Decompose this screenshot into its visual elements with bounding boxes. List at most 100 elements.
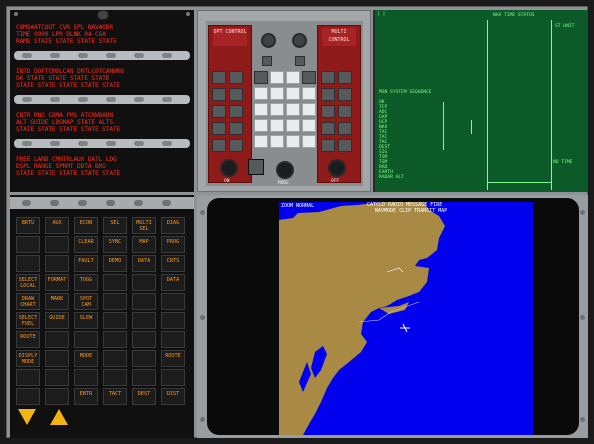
keypad-key[interactable]: GUIDE bbox=[45, 312, 69, 329]
keypad-key[interactable]: SELECT LOCAL bbox=[16, 274, 40, 291]
small-switch[interactable] bbox=[295, 56, 305, 66]
upper-right-dial[interactable] bbox=[292, 33, 307, 48]
bottom-square-switch[interactable] bbox=[248, 159, 264, 175]
keypad-key[interactable]: DEMO bbox=[103, 255, 127, 272]
left-panel-key[interactable] bbox=[229, 122, 243, 135]
keypad-key[interactable]: MULTI SEL bbox=[132, 217, 156, 234]
keypad-key[interactable]: ROUTE bbox=[16, 331, 40, 348]
left-panel-key[interactable] bbox=[229, 105, 243, 118]
keypad-key[interactable] bbox=[132, 350, 156, 367]
keypad-key[interactable]: AUX bbox=[45, 217, 69, 234]
keypad-key[interactable]: FORMAT bbox=[45, 274, 69, 291]
center-panel-key[interactable] bbox=[270, 119, 284, 132]
keypad-key[interactable] bbox=[103, 331, 127, 348]
left-panel-key[interactable] bbox=[212, 105, 226, 118]
keypad-key[interactable] bbox=[45, 331, 69, 348]
keypad-key[interactable]: DRAW CHART bbox=[16, 293, 40, 310]
rocker-switch[interactable] bbox=[22, 141, 32, 146]
left-knob[interactable] bbox=[220, 159, 238, 177]
small-switch[interactable] bbox=[262, 56, 272, 66]
brightness-knob[interactable] bbox=[97, 10, 109, 20]
keypad-key[interactable]: SPOT CAM bbox=[74, 293, 98, 310]
center-panel-key[interactable] bbox=[254, 119, 268, 132]
right-panel-key[interactable] bbox=[321, 139, 335, 152]
keypad-key[interactable]: DIAG bbox=[161, 217, 185, 234]
rocker-switch[interactable] bbox=[134, 141, 144, 146]
rocker-switch[interactable] bbox=[162, 53, 172, 58]
keypad-key[interactable]: SELECT FUEL bbox=[16, 312, 40, 329]
center-panel-key[interactable] bbox=[302, 71, 316, 84]
keypad-key[interactable] bbox=[161, 312, 185, 329]
right-panel-key[interactable] bbox=[338, 139, 352, 152]
center-panel-key[interactable] bbox=[254, 87, 268, 100]
left-panel-key[interactable] bbox=[212, 71, 226, 84]
center-panel-key[interactable] bbox=[254, 135, 268, 148]
keypad-key[interactable]: ENTR bbox=[74, 388, 98, 405]
keypad-key[interactable] bbox=[161, 331, 185, 348]
center-panel-key[interactable] bbox=[254, 71, 268, 84]
keypad-key[interactable] bbox=[132, 293, 156, 310]
keypad-key[interactable] bbox=[103, 293, 127, 310]
rocker-switch[interactable] bbox=[78, 200, 87, 206]
arrow-down-icon[interactable] bbox=[18, 409, 36, 425]
center-panel-key[interactable] bbox=[286, 71, 300, 84]
left-panel-key[interactable] bbox=[212, 88, 226, 101]
upper-left-dial[interactable] bbox=[261, 33, 276, 48]
keypad-key[interactable] bbox=[132, 274, 156, 291]
keypad-key[interactable] bbox=[45, 388, 69, 405]
right-panel-key[interactable] bbox=[338, 122, 352, 135]
rocker-switch[interactable] bbox=[134, 200, 143, 206]
left-panel-key[interactable] bbox=[212, 139, 226, 152]
center-panel-key[interactable] bbox=[286, 103, 300, 116]
keypad-key[interactable]: BRTU bbox=[16, 217, 40, 234]
keypad-key[interactable]: CLEAR bbox=[74, 236, 98, 253]
keypad-key[interactable]: DATA bbox=[132, 255, 156, 272]
keypad-key[interactable] bbox=[45, 236, 69, 253]
keypad-key[interactable] bbox=[16, 255, 40, 272]
keypad-key[interactable] bbox=[132, 331, 156, 348]
keypad-key[interactable]: SEL bbox=[103, 217, 127, 234]
keypad-key[interactable] bbox=[16, 388, 40, 405]
rocker-switch[interactable] bbox=[134, 97, 144, 102]
map-view[interactable]: ZOOM NORMAL CATCLD RADIO MESSAGE FIRE NA… bbox=[279, 202, 533, 435]
keypad-key[interactable] bbox=[132, 369, 156, 386]
keypad-key[interactable]: TOGG bbox=[74, 274, 98, 291]
right-panel-key[interactable] bbox=[338, 88, 352, 101]
keypad-key[interactable]: ROUTE bbox=[161, 350, 185, 367]
rocker-switch[interactable] bbox=[162, 141, 172, 146]
right-knob[interactable] bbox=[328, 159, 346, 177]
mode-knob[interactable] bbox=[276, 161, 294, 179]
keypad-key[interactable] bbox=[103, 350, 127, 367]
keypad-key[interactable] bbox=[161, 369, 185, 386]
right-panel-key[interactable] bbox=[321, 122, 335, 135]
rocker-switch[interactable] bbox=[162, 200, 171, 206]
keypad-key[interactable] bbox=[132, 312, 156, 329]
left-panel-key[interactable] bbox=[229, 139, 243, 152]
right-panel-key[interactable] bbox=[338, 71, 352, 84]
center-panel-key[interactable] bbox=[254, 103, 268, 116]
center-panel-key[interactable] bbox=[302, 119, 316, 132]
keypad-key[interactable] bbox=[103, 312, 127, 329]
keypad-key[interactable]: DATA bbox=[161, 274, 185, 291]
keypad-key[interactable] bbox=[74, 331, 98, 348]
keypad-key[interactable]: TACT bbox=[103, 388, 127, 405]
keypad-key[interactable]: SLEW bbox=[74, 312, 98, 329]
keypad-key[interactable]: DISPLY MODE bbox=[16, 350, 40, 367]
rocker-switch[interactable] bbox=[22, 97, 32, 102]
right-panel-key[interactable] bbox=[321, 71, 335, 84]
keypad-key[interactable] bbox=[45, 255, 69, 272]
center-panel-key[interactable] bbox=[270, 135, 284, 148]
keypad-key[interactable]: SYNC bbox=[103, 236, 127, 253]
rocker-switch[interactable] bbox=[106, 53, 116, 58]
rocker-switch[interactable] bbox=[22, 53, 32, 58]
right-panel-key[interactable] bbox=[321, 88, 335, 101]
keypad-key[interactable] bbox=[74, 369, 98, 386]
rocker-switch[interactable] bbox=[106, 141, 116, 146]
keypad-key[interactable] bbox=[161, 293, 185, 310]
keypad-key[interactable]: FAULT bbox=[74, 255, 98, 272]
center-panel-key[interactable] bbox=[270, 71, 284, 84]
keypad-key[interactable]: MODE bbox=[74, 350, 98, 367]
rocker-switch[interactable] bbox=[22, 200, 31, 206]
arrow-up-icon[interactable] bbox=[50, 409, 68, 425]
keypad-key[interactable] bbox=[16, 369, 40, 386]
